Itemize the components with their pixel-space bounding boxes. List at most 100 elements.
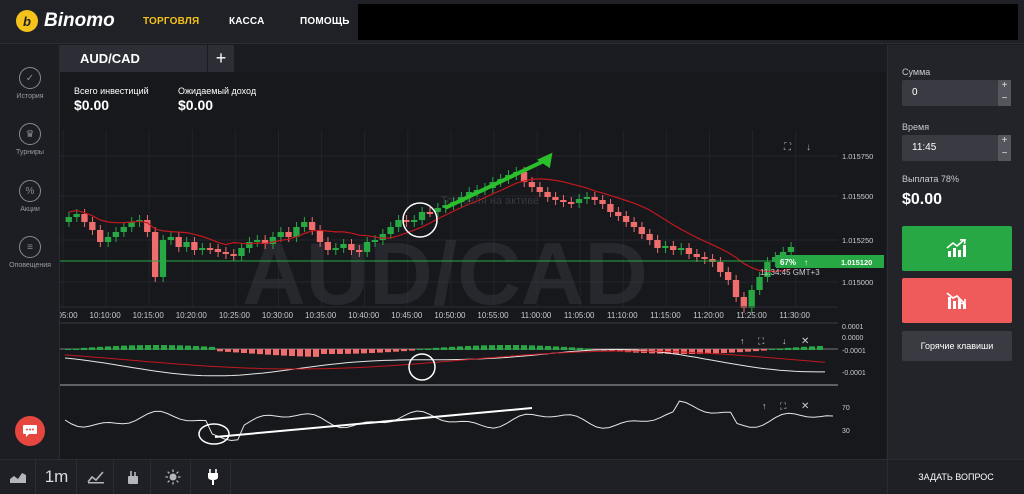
tab-aud-cad[interactable]: AUD/CAD [60, 45, 207, 72]
up-arrow-icon: ↑ [804, 258, 808, 267]
amount-input[interactable]: 0 [902, 80, 998, 106]
candle-body [654, 240, 661, 248]
macd-histogram-bar [689, 349, 695, 354]
macd-histogram-bar [161, 345, 167, 350]
brand-name: Binomo [44, 10, 115, 31]
rsi-level-label: 70 [842, 405, 850, 412]
fullscreen-icon[interactable]: ⛶ [779, 401, 787, 411]
time-label: 10:30:00 [262, 311, 294, 320]
arrow-up-icon[interactable]: ↑ [740, 336, 745, 346]
candle-body [387, 227, 394, 234]
macd-histogram-bar [417, 348, 423, 350]
nav-cashier[interactable]: КАССА [229, 16, 265, 27]
macd-histogram-bar [497, 345, 503, 350]
time-decrease-button[interactable]: − [998, 148, 1011, 161]
buy-up-button[interactable] [902, 226, 1012, 271]
hotkeys-button[interactable]: Горячие клавиши [902, 331, 1012, 361]
macd-histogram-bar [809, 346, 815, 350]
candle-body [112, 232, 120, 237]
binomo-logo[interactable]: b Binomo [16, 10, 115, 32]
macd-histogram-bar [329, 349, 335, 354]
ask-question-button[interactable]: ЗАДАТЬ ВОПРОС [887, 460, 1024, 494]
candle-body [662, 246, 669, 248]
expected-income-label: Ожидаемый доход [178, 86, 257, 96]
asset-watermark: AUD/CAD [242, 224, 648, 323]
macd-histogram-bar [337, 349, 343, 354]
candle-body [403, 220, 410, 222]
macd-histogram-bar [441, 347, 447, 350]
sidebar-item-history[interactable]: ✓ История [0, 67, 60, 100]
time-label: 11:00:00 [521, 311, 552, 320]
timeframe-button[interactable]: 1m [37, 460, 77, 494]
time-label: 10:45:00 [391, 311, 423, 320]
payout-tag-text: 67% [780, 258, 796, 267]
connection-button[interactable] [195, 460, 231, 494]
macd-histogram-bar [129, 345, 135, 350]
candle-body [238, 248, 245, 256]
macd-histogram-bar [433, 347, 439, 350]
macd-histogram-bar [273, 349, 279, 356]
candle-body [214, 249, 222, 252]
candle-body [575, 199, 583, 203]
amount-decrease-button[interactable]: − [998, 93, 1011, 106]
indicators-button[interactable] [78, 460, 114, 494]
theme-toggle-button[interactable] [155, 460, 191, 494]
macd-histogram-bar [193, 345, 199, 350]
drawing-tools-button[interactable] [115, 460, 151, 494]
total-investments-value: $0.00 [74, 97, 110, 113]
candle-body [324, 242, 331, 250]
macd-histogram-bar [793, 347, 799, 350]
close-icon[interactable]: ✕ [801, 336, 809, 347]
sidebar-item-label: История [16, 93, 44, 100]
macd-histogram-bar [513, 345, 519, 350]
sidebar-item-notifications[interactable]: ≡ Оповещения [0, 236, 60, 269]
candle-body [199, 248, 206, 250]
nav-help[interactable]: ПОМОЩЬ [300, 16, 350, 27]
macd-histogram-bar [257, 349, 263, 355]
macd-histogram-bar [89, 347, 95, 350]
macd-histogram-bar [113, 345, 119, 350]
close-icon[interactable]: ✕ [801, 401, 809, 412]
time-label: 10:20:00 [176, 311, 208, 320]
candle-body [418, 212, 426, 220]
add-asset-button[interactable]: + [208, 45, 234, 72]
macd-level-label: -0.0001 [842, 348, 866, 355]
macd-histogram-bar [561, 346, 567, 350]
candle-body [285, 232, 292, 237]
asset-tab-bar: AUD/CAD + [60, 45, 886, 72]
sun-icon [165, 469, 180, 485]
amount-increase-button[interactable]: + [998, 80, 1011, 93]
sidebar-item-promotions[interactable]: % Акции [0, 180, 60, 213]
macd-histogram-bar [729, 349, 735, 353]
candle-body [615, 212, 622, 216]
time-input[interactable]: 11:45 [902, 135, 998, 161]
fullscreen-icon[interactable]: ⛶ [757, 336, 765, 346]
time-label: 10:35:00 [305, 311, 337, 320]
price-chart[interactable]: AUD/CAD Торговля на активе 1.0157501.015… [60, 72, 886, 459]
current-price: 1.015120 [841, 258, 872, 267]
candle-body [332, 248, 339, 250]
time-label: 10:25:00 [219, 311, 251, 320]
macd-histogram-bar [353, 349, 359, 354]
time-label: Время [902, 122, 930, 132]
area-chart-icon [9, 473, 26, 483]
macd-histogram-bar [137, 345, 143, 350]
chat-button[interactable] [15, 416, 45, 446]
chart-type-button[interactable] [0, 460, 36, 494]
macd-histogram-bar [321, 349, 327, 354]
sidebar-item-tournaments[interactable]: ♛ Турниры [0, 123, 60, 156]
fullscreen-icon[interactable]: ⛶ [783, 142, 792, 153]
macd-histogram-bar [817, 345, 823, 350]
candle-body [151, 232, 159, 277]
time-increase-button[interactable]: + [998, 135, 1011, 148]
candle-body [426, 212, 434, 214]
macd-histogram-bar [457, 346, 463, 350]
chevron-down-icon[interactable]: ↓ [806, 142, 811, 153]
candle-body [567, 202, 575, 204]
nav-trading[interactable]: ТОРГОВЛЯ [143, 16, 199, 27]
candle-body [599, 200, 606, 204]
arrow-down-icon[interactable]: ↓ [782, 336, 787, 346]
arrow-up-icon[interactable]: ↑ [762, 401, 767, 411]
buy-down-button[interactable] [902, 278, 1012, 323]
candle-body [638, 227, 645, 234]
